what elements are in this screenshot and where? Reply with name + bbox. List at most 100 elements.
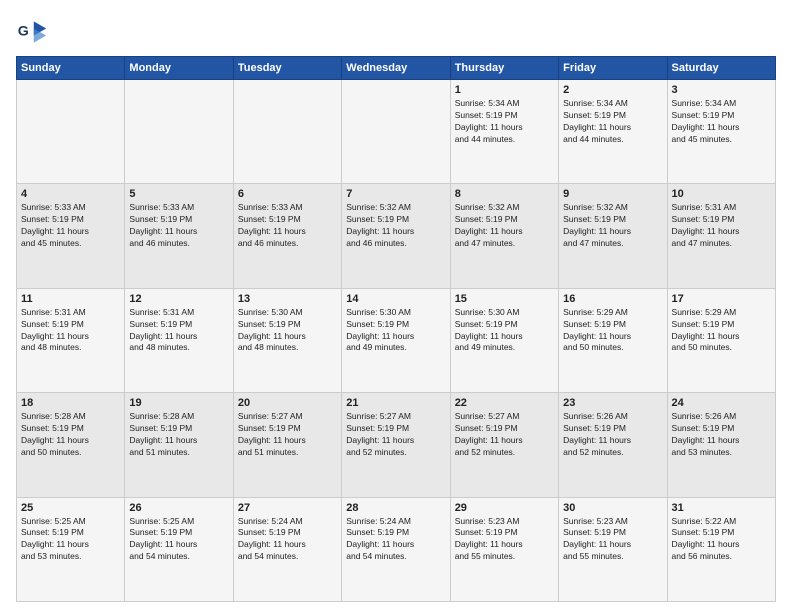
calendar-body: 1 Sunrise: 5:34 AMSunset: 5:19 PMDaylight… — [17, 80, 776, 602]
day-info: Sunrise: 5:31 AMSunset: 5:19 PMDaylight:… — [672, 202, 771, 250]
logo: G — [16, 16, 52, 48]
calendar-cell: 8Sunrise: 5:32 AMSunset: 5:19 PMDaylight… — [450, 184, 558, 288]
calendar-cell: 17 Sunrise: 5:29 AMSunset: 5:19 PMDayligh… — [667, 288, 775, 392]
day-number: 9 — [563, 188, 662, 200]
svg-text:G: G — [18, 24, 29, 40]
day-number: 2 — [563, 84, 662, 96]
calendar-cell — [342, 80, 450, 184]
day-number: 1 — [455, 84, 554, 96]
calendar-header-row: SundayMondayTuesdayWednesdayThursdayFrid… — [17, 57, 776, 80]
calendar-cell — [125, 80, 233, 184]
day-info: Sunrise: 5:26 AMSunset: 5:19 PMDaylight:… — [563, 411, 662, 459]
day-info: Sunrise: 5:32 AMSunset: 5:19 PMDaylight:… — [563, 202, 662, 250]
day-number: 6 — [238, 188, 337, 200]
week-row-3: 11 Sunrise: 5:31 AMSunset: 5:19 PMDayligh… — [17, 288, 776, 392]
day-number: 31 — [672, 502, 771, 514]
week-row-5: 25Sunrise: 5:25 AMSunset: 5:19 PMDayligh… — [17, 497, 776, 601]
day-number: 14 — [346, 293, 445, 305]
calendar-cell: 25Sunrise: 5:25 AMSunset: 5:19 PMDayligh… — [17, 497, 125, 601]
calendar-cell: 15Sunrise: 5:30 AMSunset: 5:19 PMDayligh… — [450, 288, 558, 392]
day-number: 18 — [21, 397, 120, 409]
day-info: Sunrise: 5:25 AMSunset: 5:19 PMDaylight:… — [21, 516, 120, 564]
day-info: Sunrise: 5:22 AMSunset: 5:19 PMDaylight:… — [672, 516, 771, 564]
calendar-cell: 3 Sunrise: 5:34 AMSunset: 5:19 PMDaylight… — [667, 80, 775, 184]
calendar-cell: 18 Sunrise: 5:28 AMSunset: 5:19 PMDayligh… — [17, 393, 125, 497]
calendar-cell: 27 Sunrise: 5:24 AMSunset: 5:19 PMDayligh… — [233, 497, 341, 601]
calendar-cell: 13 Sunrise: 5:30 AMSunset: 5:19 PMDayligh… — [233, 288, 341, 392]
calendar-cell — [233, 80, 341, 184]
day-number: 20 — [238, 397, 337, 409]
day-info: Sunrise: 5:25 AMSunset: 5:19 PMDaylight:… — [129, 516, 228, 564]
day-header-tuesday: Tuesday — [233, 57, 341, 80]
day-info: Sunrise: 5:31 AMSunset: 5:19 PMDaylight:… — [21, 307, 120, 355]
calendar-cell: 4 Sunrise: 5:33 AMSunset: 5:19 PMDaylight… — [17, 184, 125, 288]
day-number: 19 — [129, 397, 228, 409]
calendar-cell: 23 Sunrise: 5:26 AMSunset: 5:19 PMDayligh… — [559, 393, 667, 497]
day-info: Sunrise: 5:30 AMSunset: 5:19 PMDaylight:… — [455, 307, 554, 355]
calendar-cell: 5 Sunrise: 5:33 AMSunset: 5:19 PMDaylight… — [125, 184, 233, 288]
calendar-cell — [17, 80, 125, 184]
calendar-cell: 16Sunrise: 5:29 AMSunset: 5:19 PMDayligh… — [559, 288, 667, 392]
calendar-cell: 1 Sunrise: 5:34 AMSunset: 5:19 PMDaylight… — [450, 80, 558, 184]
calendar-cell: 24 Sunrise: 5:26 AMSunset: 5:19 PMDayligh… — [667, 393, 775, 497]
day-number: 22 — [455, 397, 554, 409]
day-number: 24 — [672, 397, 771, 409]
day-header-monday: Monday — [125, 57, 233, 80]
day-number: 4 — [21, 188, 120, 200]
day-header-thursday: Thursday — [450, 57, 558, 80]
calendar-cell: 12Sunrise: 5:31 AMSunset: 5:19 PMDayligh… — [125, 288, 233, 392]
day-info: Sunrise: 5:27 AMSunset: 5:19 PMDaylight:… — [455, 411, 554, 459]
day-info: Sunrise: 5:28 AMSunset: 5:19 PMDaylight:… — [129, 411, 228, 459]
calendar-cell: 29Sunrise: 5:23 AMSunset: 5:19 PMDayligh… — [450, 497, 558, 601]
day-number: 21 — [346, 397, 445, 409]
calendar-cell: 26Sunrise: 5:25 AMSunset: 5:19 PMDayligh… — [125, 497, 233, 601]
calendar-cell: 21 Sunrise: 5:27 AMSunset: 5:19 PMDayligh… — [342, 393, 450, 497]
day-info: Sunrise: 5:27 AMSunset: 5:19 PMDaylight:… — [238, 411, 337, 459]
day-info: Sunrise: 5:30 AMSunset: 5:19 PMDaylight:… — [346, 307, 445, 355]
day-number: 28 — [346, 502, 445, 514]
day-info: Sunrise: 5:23 AMSunset: 5:19 PMDaylight:… — [455, 516, 554, 564]
day-info: Sunrise: 5:26 AMSunset: 5:19 PMDaylight:… — [672, 411, 771, 459]
day-info: Sunrise: 5:28 AMSunset: 5:19 PMDaylight:… — [21, 411, 120, 459]
day-info: Sunrise: 5:32 AMSunset: 5:19 PMDaylight:… — [455, 202, 554, 250]
calendar-cell: 11 Sunrise: 5:31 AMSunset: 5:19 PMDayligh… — [17, 288, 125, 392]
day-number: 12 — [129, 293, 228, 305]
calendar-table: SundayMondayTuesdayWednesdayThursdayFrid… — [16, 56, 776, 602]
day-number: 10 — [672, 188, 771, 200]
day-number: 3 — [672, 84, 771, 96]
day-info: Sunrise: 5:34 AMSunset: 5:19 PMDaylight:… — [563, 98, 662, 146]
day-info: Sunrise: 5:24 AMSunset: 5:19 PMDaylight:… — [346, 516, 445, 564]
day-number: 27 — [238, 502, 337, 514]
day-number: 7 — [346, 188, 445, 200]
day-info: Sunrise: 5:27 AMSunset: 5:19 PMDaylight:… — [346, 411, 445, 459]
day-info: Sunrise: 5:34 AMSunset: 5:19 PMDaylight:… — [455, 98, 554, 146]
calendar-cell: 10 Sunrise: 5:31 AMSunset: 5:19 PMDayligh… — [667, 184, 775, 288]
page: G SundayMondayTuesdayWednesdayThursdayFr… — [0, 0, 792, 612]
day-number: 5 — [129, 188, 228, 200]
calendar-cell: 31 Sunrise: 5:22 AMSunset: 5:19 PMDayligh… — [667, 497, 775, 601]
day-info: Sunrise: 5:24 AMSunset: 5:19 PMDaylight:… — [238, 516, 337, 564]
calendar-cell: 2 Sunrise: 5:34 AMSunset: 5:19 PMDaylight… — [559, 80, 667, 184]
day-info: Sunrise: 5:29 AMSunset: 5:19 PMDaylight:… — [672, 307, 771, 355]
day-info: Sunrise: 5:32 AMSunset: 5:19 PMDaylight:… — [346, 202, 445, 250]
week-row-2: 4 Sunrise: 5:33 AMSunset: 5:19 PMDaylight… — [17, 184, 776, 288]
day-info: Sunrise: 5:33 AMSunset: 5:19 PMDaylight:… — [21, 202, 120, 250]
day-info: Sunrise: 5:33 AMSunset: 5:19 PMDaylight:… — [238, 202, 337, 250]
day-info: Sunrise: 5:33 AMSunset: 5:19 PMDaylight:… — [129, 202, 228, 250]
day-number: 11 — [21, 293, 120, 305]
day-info: Sunrise: 5:29 AMSunset: 5:19 PMDaylight:… — [563, 307, 662, 355]
calendar-cell: 7 Sunrise: 5:32 AMSunset: 5:19 PMDaylight… — [342, 184, 450, 288]
day-header-saturday: Saturday — [667, 57, 775, 80]
day-number: 17 — [672, 293, 771, 305]
day-header-wednesday: Wednesday — [342, 57, 450, 80]
day-info: Sunrise: 5:34 AMSunset: 5:19 PMDaylight:… — [672, 98, 771, 146]
logo-icon: G — [16, 16, 48, 48]
calendar-cell: 20 Sunrise: 5:27 AMSunset: 5:19 PMDayligh… — [233, 393, 341, 497]
day-number: 23 — [563, 397, 662, 409]
week-row-4: 18 Sunrise: 5:28 AMSunset: 5:19 PMDayligh… — [17, 393, 776, 497]
calendar-cell: 30Sunrise: 5:23 AMSunset: 5:19 PMDayligh… — [559, 497, 667, 601]
day-number: 13 — [238, 293, 337, 305]
calendar-cell: 14 Sunrise: 5:30 AMSunset: 5:19 PMDayligh… — [342, 288, 450, 392]
day-header-friday: Friday — [559, 57, 667, 80]
day-info: Sunrise: 5:30 AMSunset: 5:19 PMDaylight:… — [238, 307, 337, 355]
